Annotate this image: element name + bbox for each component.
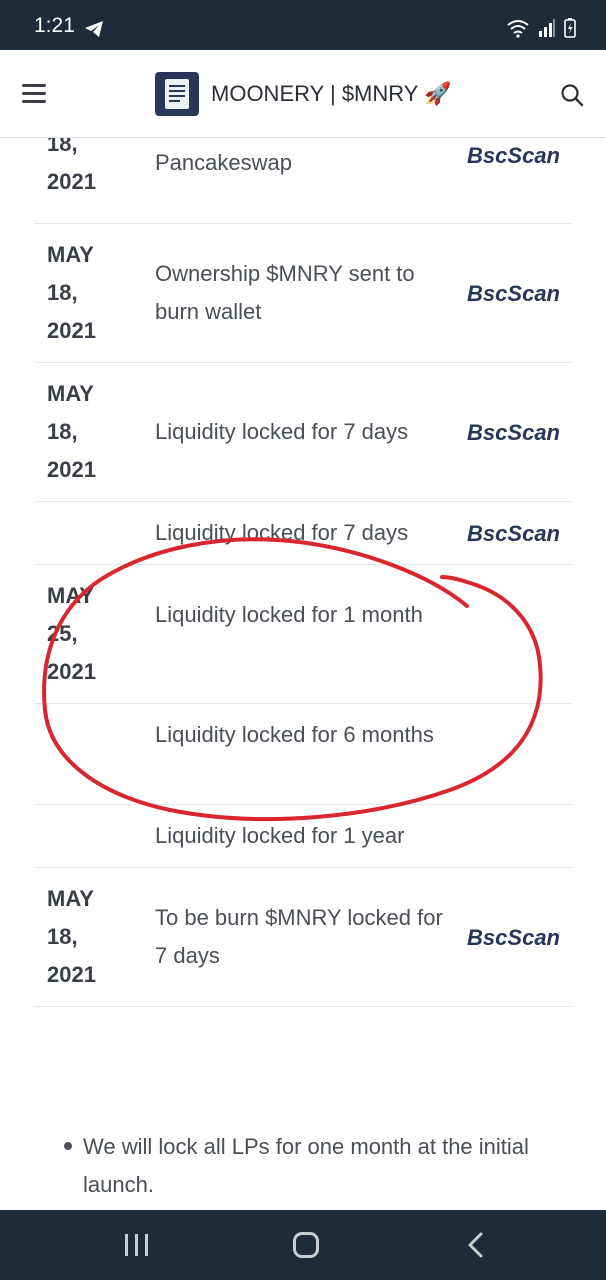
bscscan-link[interactable]: BscScan xyxy=(467,281,560,307)
status-bar: 1:21 xyxy=(0,0,606,50)
document-logo-icon[interactable] xyxy=(155,72,199,116)
site-title[interactable]: MOONERY | $MNRY 🚀 xyxy=(211,81,452,107)
bscscan-link[interactable]: BscScan xyxy=(467,143,560,169)
navigation-bar xyxy=(0,1210,606,1280)
table-row: Liquidity locked for 6 months xyxy=(34,704,572,805)
row-event: To be burn $MNRY locked for 7 days xyxy=(155,905,443,968)
signal-icon xyxy=(539,19,555,37)
row-date: MAY 25, 2021 xyxy=(47,583,96,684)
row-event: Liquidity locked for 7 days xyxy=(155,520,409,545)
row-date: MAY 18, 2021 xyxy=(47,242,96,343)
table-row: Liquidity locked for 7 days BscScan xyxy=(34,502,572,565)
bullet-dot xyxy=(64,1142,72,1150)
telegram-icon xyxy=(85,21,103,37)
row-date: MAY 18, 2021 xyxy=(47,886,96,987)
table-row: MAY 18, 2021 To be burn $MNRY locked for… xyxy=(34,868,572,1007)
table-row: MAY 18, 2021 Liquidity locked for 7 days… xyxy=(34,363,572,502)
table-row: MAY 18, 2021 Ownership $MNRY sent to bur… xyxy=(34,224,572,363)
site-header: MOONERY | $MNRY 🚀 xyxy=(0,50,606,138)
wifi-icon xyxy=(507,20,529,38)
status-time: 1:21 xyxy=(34,14,75,37)
hamburger-menu-icon[interactable] xyxy=(22,84,46,104)
table-row: MAY 25, 2021 Liquidity locked for 1 mont… xyxy=(34,565,572,704)
row-event: Liquidity locked for 7 days xyxy=(155,419,409,444)
row-event: Liquidity locked for 1 year xyxy=(155,823,405,848)
bscscan-link[interactable]: BscScan xyxy=(467,521,560,547)
roadmap-table: 18, 2021 Adding Liquidity to Pancakeswap… xyxy=(34,86,572,1007)
row-event: Liquidity locked for 6 months xyxy=(155,722,434,747)
bscscan-link[interactable]: BscScan xyxy=(467,420,560,446)
back-icon[interactable] xyxy=(466,1232,486,1258)
home-icon[interactable] xyxy=(293,1232,319,1258)
table-row: Liquidity locked for 1 year xyxy=(34,805,572,868)
status-icons xyxy=(506,18,576,38)
row-event: Ownership $MNRY sent to burn wallet xyxy=(155,261,415,324)
row-date: MAY 18, 2021 xyxy=(47,381,96,482)
search-icon[interactable] xyxy=(560,83,584,107)
recent-apps-icon[interactable] xyxy=(125,1234,149,1256)
bscscan-link[interactable]: BscScan xyxy=(467,925,560,951)
bullet-item: We will lock all LPs for one month at th… xyxy=(83,1134,529,1197)
battery-icon xyxy=(564,18,576,38)
row-event: Liquidity locked for 1 month xyxy=(155,602,423,627)
